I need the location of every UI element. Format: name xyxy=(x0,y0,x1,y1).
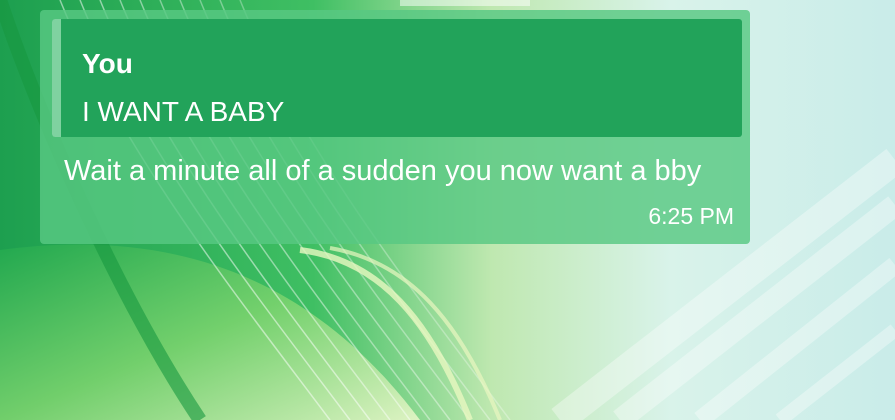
message-timestamp: 6:25 PM xyxy=(648,203,734,229)
incoming-message-bubble[interactable]: You I WANT A BABY Wait a minute all of a… xyxy=(40,10,750,244)
quoted-text: I WANT A BABY xyxy=(82,96,285,127)
message-text: Wait a minute all of a sudden you now wa… xyxy=(64,155,702,187)
quoted-author: You xyxy=(82,48,133,79)
quote-accent-bar xyxy=(52,19,61,137)
quoted-reply[interactable]: You I WANT A BABY xyxy=(52,19,742,137)
